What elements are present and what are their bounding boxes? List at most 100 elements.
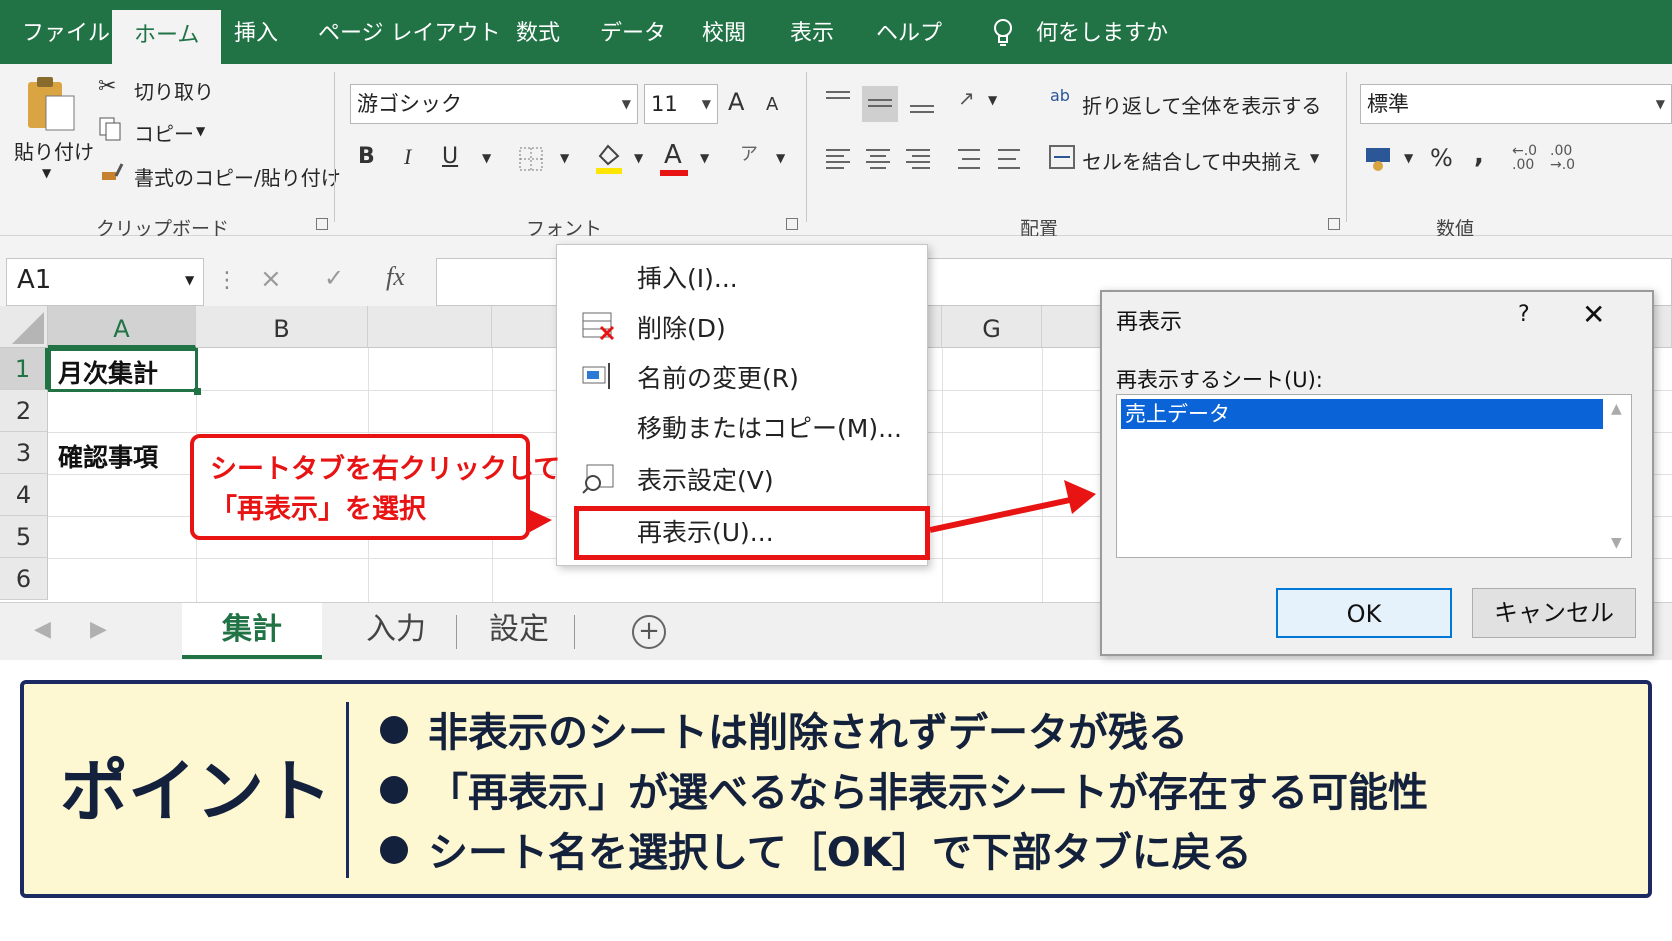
scroll-up-icon[interactable]: ▲: [1611, 401, 1622, 417]
cancel-icon[interactable]: ×: [260, 264, 282, 294]
help-button[interactable]: ?: [1518, 302, 1530, 327]
chevron-down-icon[interactable]: ▼: [776, 152, 785, 164]
borders-icon[interactable]: [518, 146, 544, 172]
tab-view[interactable]: 表示: [790, 18, 834, 50]
bold-button[interactable]: B: [358, 146, 375, 168]
shrink-font-icon[interactable]: A: [766, 96, 778, 114]
row-header-4[interactable]: 4: [0, 474, 48, 516]
tell-me-search[interactable]: 何をしますか: [1036, 18, 1168, 50]
bullet-icon: [380, 716, 408, 744]
column-header-b[interactable]: B: [196, 306, 368, 348]
horizontal-align-icons[interactable]: [822, 144, 1032, 174]
comma-button[interactable]: ,: [1474, 142, 1484, 168]
menu-item-label: 移動またはコピー(M)...: [637, 414, 902, 443]
tab-page-layout[interactable]: ページ レイアウト: [318, 18, 501, 50]
list-scrollbar[interactable]: ▲ ▼: [1605, 395, 1631, 557]
paste-button[interactable]: 貼り付け: [14, 136, 94, 165]
orientation-icon[interactable]: ↗: [958, 88, 975, 108]
unhide-dialog: 再表示 ? ✕ 再表示するシート(U): 売上データ ▲ ▼ OK キャンセル: [1100, 290, 1654, 656]
scissors-icon[interactable]: ✂: [98, 76, 116, 98]
copy-dropdown-icon[interactable]: ▼: [196, 124, 205, 138]
insert-function-icon[interactable]: fx: [386, 262, 405, 292]
menu-item-insert[interactable]: 挿入(I)...: [557, 251, 927, 299]
fill-handle[interactable]: [194, 388, 201, 395]
chevron-down-icon[interactable]: ▼: [482, 152, 491, 164]
tab-home[interactable]: ホーム: [112, 10, 222, 64]
percent-button[interactable]: %: [1430, 146, 1453, 170]
paste-icon[interactable]: [26, 74, 78, 134]
chevron-down-icon[interactable]: ▼: [560, 152, 569, 164]
cell-a1[interactable]: 月次集計: [58, 354, 158, 390]
paste-dropdown-icon[interactable]: ▼: [42, 166, 51, 180]
clipboard-launcher-icon[interactable]: [316, 218, 328, 230]
sheet-tab-input[interactable]: 入力: [336, 603, 456, 659]
menu-item-rename[interactable]: 名前の変更(R): [557, 351, 927, 399]
sheet-tab-summary[interactable]: 集計: [182, 603, 322, 659]
menu-item-label: 削除(D): [637, 314, 726, 343]
grow-font-icon[interactable]: A: [728, 90, 744, 114]
font-name-combo[interactable]: 游ゴシック ▼: [350, 84, 638, 124]
menu-item-move-copy[interactable]: 移動またはコピー(M)...: [557, 401, 927, 449]
chevron-down-icon[interactable]: ▼: [634, 152, 643, 164]
copy-button[interactable]: コピー: [134, 118, 194, 147]
wrap-text-icon[interactable]: ab: [1050, 88, 1070, 104]
font-launcher-icon[interactable]: [786, 218, 798, 230]
name-box[interactable]: A1 ▼: [6, 258, 204, 306]
tab-file[interactable]: ファイル: [22, 18, 110, 50]
scroll-down-icon[interactable]: ▼: [1611, 535, 1622, 551]
tab-review[interactable]: 校閲: [702, 18, 746, 50]
chevron-down-icon[interactable]: ▼: [1310, 152, 1319, 164]
column-header-a[interactable]: A: [48, 306, 196, 348]
add-sheet-button[interactable]: +: [632, 615, 666, 649]
decrease-decimal-icon[interactable]: .00 →.0: [1550, 144, 1575, 172]
tab-data[interactable]: データ: [600, 18, 666, 50]
font-size-combo[interactable]: 11 ▼: [644, 84, 718, 124]
merge-center-icon[interactable]: [1048, 144, 1076, 170]
underline-button[interactable]: U: [442, 146, 458, 168]
chevron-down-icon[interactable]: ▼: [700, 152, 709, 164]
merge-center-button[interactable]: セルを結合して中央揃え: [1082, 146, 1301, 175]
row-header-6[interactable]: 6: [0, 558, 48, 600]
row-header-1[interactable]: 1: [0, 348, 48, 390]
tab-help[interactable]: ヘルプ: [876, 18, 942, 50]
next-sheet-icon[interactable]: ▶: [90, 617, 107, 642]
wrap-text-button[interactable]: 折り返して全体を表示する: [1082, 90, 1321, 119]
list-item-selected[interactable]: 売上データ: [1121, 399, 1603, 429]
format-painter-icon[interactable]: [98, 160, 124, 186]
tab-insert[interactable]: 挿入: [234, 18, 278, 50]
column-header-c[interactable]: [368, 306, 492, 348]
copy-icon[interactable]: [98, 116, 124, 142]
column-header-g[interactable]: G: [942, 306, 1042, 348]
prev-sheet-icon[interactable]: ◀: [34, 617, 51, 642]
chevron-down-icon[interactable]: ▼: [988, 94, 997, 106]
increase-decimal-icon[interactable]: ←.0.00: [1512, 144, 1537, 172]
cancel-button[interactable]: キャンセル: [1472, 588, 1636, 638]
font-color-icon[interactable]: A: [664, 142, 682, 168]
alignment-launcher-icon[interactable]: [1328, 218, 1340, 230]
ok-button[interactable]: OK: [1276, 588, 1452, 638]
close-button[interactable]: ✕: [1582, 298, 1605, 331]
row-header-3[interactable]: 3: [0, 432, 48, 474]
row-header-2[interactable]: 2: [0, 390, 48, 432]
row-header-5[interactable]: 5: [0, 516, 48, 558]
currency-icon[interactable]: [1364, 144, 1394, 172]
font-size-value: 11: [651, 92, 678, 116]
chevron-down-icon[interactable]: ▼: [1404, 152, 1413, 164]
hidden-sheet-list[interactable]: 売上データ ▲ ▼: [1116, 394, 1632, 558]
fill-color-icon[interactable]: [594, 142, 624, 174]
tab-formulas[interactable]: 数式: [516, 18, 560, 50]
vertical-align-icons[interactable]: [822, 84, 942, 124]
italic-button[interactable]: I: [404, 146, 411, 168]
cell-a3[interactable]: 確認事項: [58, 438, 158, 474]
select-all-corner[interactable]: [0, 306, 48, 348]
cut-button[interactable]: 切り取り: [134, 76, 214, 105]
menu-item-view-settings[interactable]: 表示設定(V): [557, 453, 927, 501]
phonetic-guide-icon[interactable]: ア: [740, 146, 758, 164]
sheet-tab-settings[interactable]: 設定: [464, 603, 574, 659]
number-format-combo[interactable]: 標準 ▼: [1360, 84, 1672, 124]
formula-buttons: × ✓ fx: [240, 258, 430, 306]
gridline: [942, 348, 943, 606]
menu-item-delete[interactable]: 削除(D): [557, 301, 927, 349]
format-painter-button[interactable]: 書式のコピー/貼り付け: [134, 162, 341, 191]
enter-icon[interactable]: ✓: [324, 264, 344, 292]
